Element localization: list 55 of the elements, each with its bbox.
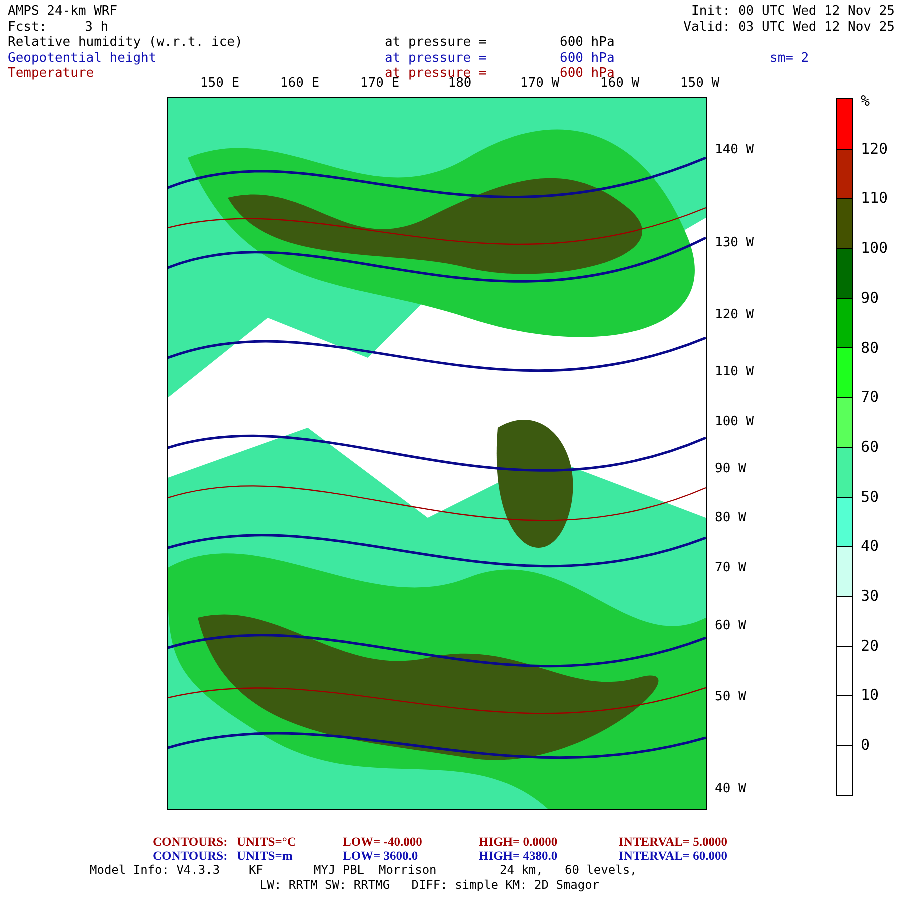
low-value: LOW= -40.000 bbox=[343, 835, 424, 849]
level-label: at pressure = bbox=[385, 50, 488, 66]
scale-label: 40 bbox=[861, 537, 880, 556]
high-value: HIGH= 0.0000 bbox=[479, 835, 559, 849]
scale-label: 110 bbox=[861, 189, 888, 208]
scale-label: 60 bbox=[861, 438, 880, 456]
smoothing-value: sm= 2 bbox=[770, 50, 810, 66]
scale-label: 90 bbox=[861, 288, 880, 307]
field-name: Relative humidity (w.r.t. ice) bbox=[8, 35, 244, 50]
low-value: LOW= 3600.0 bbox=[343, 849, 420, 863]
longitude-label: 150 E bbox=[200, 76, 240, 91]
contour-label: CONTOURS: bbox=[153, 849, 229, 863]
model-title: AMPS 24-km WRF bbox=[8, 4, 118, 20]
pressure-level: 600 hPa bbox=[560, 50, 616, 66]
init-time: Init: 00 UTC Wed 12 Nov 25 bbox=[692, 4, 895, 20]
scale-label: 80 bbox=[861, 338, 880, 356]
scale-label: 20 bbox=[861, 636, 880, 655]
grid-label: 90 W bbox=[715, 462, 746, 476]
grid-label: 100 W bbox=[715, 414, 754, 430]
units-value: UNITS=°C bbox=[237, 835, 298, 849]
scale-label: 30 bbox=[861, 587, 880, 605]
field-name: Geopotential height bbox=[8, 50, 158, 66]
contour-label: CONTOURS: bbox=[153, 835, 229, 849]
scale-label: 50 bbox=[861, 488, 880, 506]
longitude-label: 160 E bbox=[280, 76, 320, 91]
pressure-level: 600 hPa bbox=[560, 35, 616, 50]
grid-label: 120 W bbox=[715, 308, 754, 322]
scale-label: 100 bbox=[861, 239, 888, 258]
grid-label: 80 W bbox=[715, 510, 746, 526]
forecast-label: Fcst: bbox=[8, 20, 48, 35]
scale-label: 120 bbox=[861, 140, 888, 158]
grid-label: 50 W bbox=[715, 690, 746, 704]
grid-label: 40 W bbox=[715, 782, 746, 796]
longitude-label: 150 W bbox=[680, 76, 720, 91]
model-info: Model Info: V4.3.3 KF MYJ PBL Morrison bbox=[90, 863, 438, 878]
grid-label: 140 W bbox=[715, 142, 754, 158]
scale-label: 70 bbox=[861, 388, 880, 406]
interval-value: INTERVAL= 5.0000 bbox=[619, 835, 729, 849]
valid-time: Valid: 03 UTC Wed 12 Nov 25 bbox=[684, 20, 895, 35]
longitude-label: 170 W bbox=[520, 76, 560, 91]
grid-label: 70 W bbox=[715, 560, 746, 576]
grid-label: 60 W bbox=[715, 618, 746, 634]
field-name: Temperature bbox=[8, 66, 96, 82]
physics-info: LW: RRTM SW: RRTMG DIFF: simple KM: 2D Smagor bbox=[260, 878, 600, 892]
units-value: UNITS=m bbox=[237, 849, 294, 863]
resolution-info: 24 km, 60 levels, bbox=[500, 863, 638, 878]
grid-label: 130 W bbox=[715, 236, 754, 250]
scale-label: 0 bbox=[861, 736, 870, 754]
level-label: at pressure = bbox=[385, 35, 488, 50]
high-value: HIGH= 4380.0 bbox=[479, 849, 559, 863]
forecast-hour: 3 h bbox=[85, 20, 109, 35]
interval-value: INTERVAL= 60.000 bbox=[619, 849, 729, 863]
grid-label: 110 W bbox=[715, 364, 754, 380]
scale-label: 10 bbox=[861, 686, 880, 704]
unit-label: % bbox=[861, 92, 870, 110]
